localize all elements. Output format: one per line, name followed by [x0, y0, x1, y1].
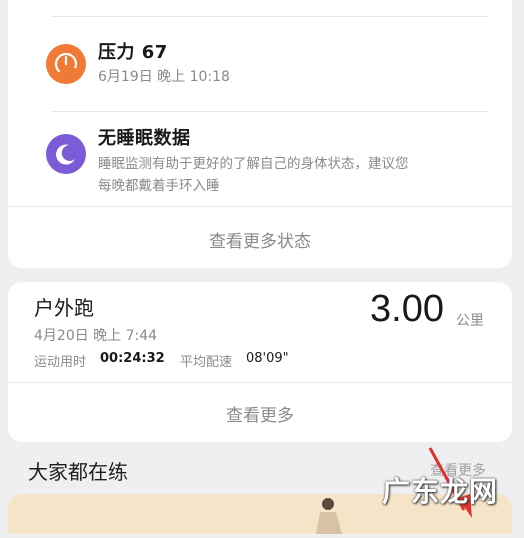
- community-title: 大家都在练: [28, 460, 128, 484]
- workout-distance: 3.00: [370, 288, 444, 330]
- svg-text:z: z: [66, 151, 70, 159]
- stress-title: 压力 67: [98, 42, 168, 63]
- stress-time: 6月19日 晚上 10:18: [98, 69, 230, 85]
- sleep-desc-1: 睡眠监测有助于更好的了解自己的身体状态，建议您: [98, 156, 409, 172]
- more-status-button[interactable]: 查看更多状态: [8, 227, 512, 252]
- pace-value: 08'09": [246, 351, 289, 366]
- watermark: 广东龙网: [382, 475, 499, 508]
- status-card: 压力 67 6月19日 晚上 10:18 z 无睡眠数据 睡眠监测有助于更好的了…: [8, 0, 512, 268]
- moon-icon: z: [46, 134, 86, 174]
- workout-unit: 公里: [456, 313, 484, 329]
- duration-value: 00:24:32: [100, 351, 165, 366]
- workout-time: 4月20日 晚上 7:44: [34, 328, 158, 344]
- duration-label: 运动用时: [34, 355, 87, 370]
- sleep-desc-2: 每晚都戴着手环入睡: [98, 178, 220, 194]
- stress-row[interactable]: 压力 67 6月19日 晚上 10:18: [8, 32, 512, 104]
- pace-label: 平均配速: [180, 355, 233, 370]
- more-workout-button[interactable]: 查看更多: [8, 401, 512, 426]
- divider: [52, 111, 488, 112]
- divider: [8, 206, 512, 207]
- divider: [52, 16, 488, 17]
- divider: [8, 382, 512, 383]
- gauge-icon: [46, 44, 86, 84]
- workout-title: 户外跑: [34, 296, 94, 320]
- workout-card[interactable]: 户外跑 3.00 公里 4月20日 晚上 7:44 运动用时 00:24:32 …: [8, 282, 512, 442]
- sleep-row[interactable]: z 无睡眠数据 睡眠监测有助于更好的了解自己的身体状态，建议您 每晚都戴着手环入…: [8, 120, 512, 200]
- sleep-title: 无睡眠数据: [98, 128, 191, 149]
